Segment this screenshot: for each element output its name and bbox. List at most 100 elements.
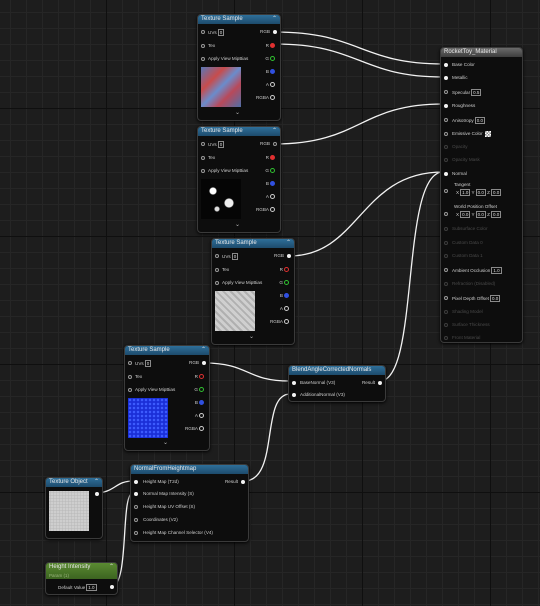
uvs-pin[interactable]: [201, 30, 205, 34]
rgba-pin[interactable]: [270, 207, 275, 213]
uvs-pin[interactable]: [128, 361, 132, 365]
metallic-pin[interactable]: [444, 76, 448, 80]
tangent-z-field[interactable]: 0.0: [490, 189, 502, 196]
g-pin[interactable]: [199, 387, 204, 393]
result-pin[interactable]: [378, 381, 382, 385]
tangent-pin[interactable]: [444, 189, 448, 193]
node-header[interactable]: RocketToy_Material: [441, 48, 522, 57]
a-pin[interactable]: [284, 306, 289, 312]
b-pin[interactable]: [270, 69, 275, 75]
pdo-value-field[interactable]: 0.0: [489, 295, 501, 302]
r-pin[interactable]: [199, 374, 204, 380]
default-value-field[interactable]: 1.0: [86, 584, 97, 591]
uvs-value-field[interactable]: 0: [217, 29, 225, 36]
node-header[interactable]: Texture Sample ⌃: [212, 239, 294, 248]
anisotropy-pin[interactable]: [444, 118, 448, 122]
b-pin[interactable]: [270, 181, 275, 187]
tex-pin[interactable]: [201, 156, 205, 160]
node-header[interactable]: Texture Sample ⌃: [125, 346, 209, 355]
value-output-pin[interactable]: [110, 585, 114, 589]
node-header[interactable]: Height Intensity ⌃ Param (1): [46, 563, 117, 579]
coordinates-pin[interactable]: [134, 518, 138, 522]
expand-icon[interactable]: ⌄: [235, 221, 240, 228]
uvs-pin[interactable]: [201, 142, 205, 146]
node-header[interactable]: NormalFromHeightmap: [131, 465, 248, 474]
collapse-icon[interactable]: ⌃: [109, 563, 114, 572]
specular-pin[interactable]: [444, 90, 448, 94]
node-header[interactable]: Texture Sample ⌃: [198, 15, 280, 24]
a-pin[interactable]: [199, 413, 204, 419]
emissive-pin[interactable]: [444, 132, 448, 136]
texture-sample-node-4[interactable]: Texture Sample ⌃ UVs 0 Tex Apply View MipB…: [124, 345, 210, 451]
base-normal-pin[interactable]: [292, 381, 296, 385]
expand-icon[interactable]: ⌄: [249, 333, 254, 340]
collapse-icon[interactable]: ⌃: [272, 15, 277, 24]
collapse-icon[interactable]: ⌃: [94, 478, 99, 487]
uvs-value-field[interactable]: 0: [144, 360, 152, 367]
uvs-value-field[interactable]: 0: [217, 141, 225, 148]
b-pin[interactable]: [199, 400, 204, 406]
normal-intensity-pin[interactable]: [134, 492, 138, 496]
tex-pin[interactable]: [215, 268, 219, 272]
result-pin[interactable]: [241, 480, 245, 484]
normal-from-heightmap-node[interactable]: NormalFromHeightmap Height Map (T2d) Nor…: [130, 464, 249, 542]
tex-pin[interactable]: [201, 44, 205, 48]
mip-pin[interactable]: [128, 388, 132, 392]
rgb-pin[interactable]: [202, 361, 206, 365]
blend-normals-node[interactable]: BlendAngleCorrectedNormals BaseNormal (V…: [288, 365, 386, 402]
rgb-pin[interactable]: [273, 142, 277, 146]
tangent-y-field[interactable]: 0.0: [475, 189, 486, 196]
texture-sample-node-1[interactable]: Texture Sample ⌃ UVs 0 Tex Apply View MipB…: [197, 14, 281, 121]
normal-pin[interactable]: [444, 172, 448, 176]
ao-pin[interactable]: [444, 268, 448, 272]
mip-pin[interactable]: [215, 281, 219, 285]
g-pin[interactable]: [270, 56, 275, 62]
roughness-pin[interactable]: [444, 104, 448, 108]
additional-normal-pin[interactable]: [292, 393, 296, 397]
collapse-icon[interactable]: ⌃: [286, 239, 291, 248]
height-intensity-node[interactable]: Height Intensity ⌃ Param (1) Default Value…: [45, 562, 118, 595]
node-header[interactable]: BlendAngleCorrectedNormals: [289, 366, 385, 375]
wpo-pin[interactable]: [444, 212, 448, 216]
g-pin[interactable]: [284, 280, 289, 286]
uvs-value-field[interactable]: 0: [231, 253, 239, 260]
r-pin[interactable]: [270, 43, 275, 49]
wpo-y-field[interactable]: 0.0: [475, 211, 486, 218]
emissive-color-swatch[interactable]: [484, 131, 491, 137]
collapse-icon[interactable]: ⌃: [272, 127, 277, 136]
expand-icon[interactable]: ⌄: [235, 109, 240, 116]
rgba-pin[interactable]: [199, 426, 204, 432]
channel-selector-pin[interactable]: [134, 531, 138, 535]
base-color-pin[interactable]: [444, 63, 448, 67]
wpo-z-field[interactable]: 0.0: [490, 211, 502, 218]
rgba-pin[interactable]: [284, 319, 289, 325]
mip-pin[interactable]: [201, 57, 205, 61]
uvs-pin[interactable]: [215, 254, 219, 258]
rgb-pin[interactable]: [273, 30, 277, 34]
tex-pin[interactable]: [128, 375, 132, 379]
height-map-pin[interactable]: [134, 480, 138, 484]
expand-icon[interactable]: ⌄: [163, 439, 168, 446]
ao-value-field[interactable]: 1.0: [491, 267, 502, 274]
texture-sample-node-3[interactable]: Texture Sample ⌃ UVs 0 Tex Apply View MipB…: [211, 238, 295, 345]
b-pin[interactable]: [284, 293, 289, 299]
texture-object-node[interactable]: Texture Object ⌃: [45, 477, 103, 539]
specular-value-field[interactable]: 0.5: [471, 89, 482, 96]
node-header[interactable]: Texture Sample ⌃: [198, 127, 280, 136]
texture-output-pin[interactable]: [95, 492, 99, 496]
a-pin[interactable]: [270, 82, 275, 88]
r-pin[interactable]: [270, 155, 275, 161]
rgba-pin[interactable]: [270, 95, 275, 101]
material-output-node[interactable]: RocketToy_Material Base Color Metallic S…: [440, 47, 523, 343]
node-header[interactable]: Texture Object ⌃: [46, 478, 102, 487]
mip-pin[interactable]: [201, 169, 205, 173]
texture-sample-node-2[interactable]: Texture Sample ⌃ UVs 0 Tex Apply View MipB…: [197, 126, 281, 233]
g-pin[interactable]: [270, 168, 275, 174]
a-pin[interactable]: [270, 194, 275, 200]
tangent-x-field[interactable]: 1.0: [460, 189, 471, 196]
uv-offset-pin[interactable]: [134, 505, 138, 509]
anisotropy-value-field[interactable]: 0.0: [474, 117, 485, 124]
r-pin[interactable]: [284, 267, 289, 273]
pdo-pin[interactable]: [444, 296, 448, 300]
wpo-x-field[interactable]: 0.0: [460, 211, 471, 218]
